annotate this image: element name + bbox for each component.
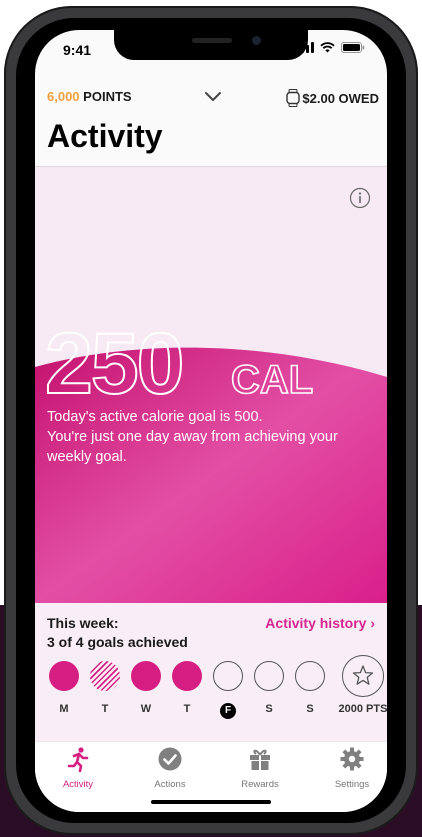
week-label: This week: [47, 615, 119, 631]
check-circle-icon [158, 747, 182, 771]
tab-rewards[interactable]: Rewards [225, 746, 295, 790]
points-value: 6,000 [47, 89, 80, 104]
tab-activity[interactable]: Activity [43, 746, 113, 790]
week-days: M T W T F S S 2000 PTS [47, 655, 387, 731]
reward-points: 2000 PTS [338, 703, 387, 715]
top-bar: 6,000 POINTS $2.00 OWED [35, 85, 387, 109]
day-status-dot [254, 661, 284, 691]
reward-circle [342, 655, 384, 697]
day-letter: T [101, 703, 109, 715]
gear-icon [340, 747, 364, 771]
owed-display[interactable]: $2.00 OWED [286, 89, 379, 107]
day-letter: T [183, 703, 191, 715]
wifi-icon [320, 42, 335, 53]
day-wednesday[interactable]: W [129, 661, 163, 731]
day-letter: W [140, 703, 152, 715]
activity-history-link[interactable]: Activity history › [265, 615, 375, 631]
chevron-down-icon[interactable] [201, 85, 225, 109]
app-screen: 9:41 6,000 POINTS $2.00 OWED Activity 25… [35, 30, 387, 812]
star-icon [352, 665, 374, 685]
goals-achieved: 3 of 4 goals achieved [47, 634, 188, 650]
status-time: 9:41 [63, 42, 92, 58]
day-status-dot [172, 661, 202, 691]
day-thursday[interactable]: T [170, 661, 204, 731]
tab-label: Actions [154, 779, 186, 790]
day-saturday[interactable]: S [252, 661, 286, 731]
svg-text:CAL: CAL [231, 358, 313, 402]
points-label: POINTS [83, 89, 132, 104]
weekly-reward[interactable]: 2000 PTS [333, 655, 387, 715]
page-title: Activity [47, 118, 163, 154]
camera-icon [252, 36, 261, 45]
tab-label: Settings [334, 779, 370, 790]
goal-text-line1: Today's active calorie goal is 500. [47, 409, 263, 425]
day-letter: S [265, 703, 273, 715]
day-status-dot [295, 661, 325, 691]
tab-label: Activity [62, 779, 94, 790]
day-letter-today: F [211, 703, 245, 719]
tab-actions[interactable]: Actions [135, 746, 205, 790]
weekly-progress: This week: 3 of 4 goals achieved Activit… [35, 603, 387, 741]
calories-value: 250 CAL [45, 317, 314, 407]
gift-icon [250, 749, 270, 770]
info-icon[interactable] [349, 187, 371, 209]
day-letter: M [59, 703, 69, 715]
day-friday[interactable]: F [211, 661, 245, 731]
day-monday[interactable]: M [47, 661, 81, 731]
points-display[interactable]: 6,000 POINTS [47, 89, 132, 104]
calorie-hero: 250 CAL Today's active calorie goal is 5… [35, 167, 387, 603]
goal-text-line2: You're just one day away from achieving … [47, 429, 338, 465]
notch [114, 30, 308, 60]
tab-label: Rewards [241, 779, 279, 790]
watch-icon [286, 89, 301, 107]
day-letter: S [306, 703, 314, 715]
home-indicator[interactable] [151, 800, 271, 804]
day-status-dot [49, 661, 79, 691]
goal-description: Today's active calorie goal is 500. You'… [47, 407, 377, 467]
svg-text:250: 250 [45, 317, 183, 407]
owed-label: $2.00 OWED [302, 90, 379, 106]
tab-settings[interactable]: Settings [317, 746, 387, 790]
day-status-dot [131, 661, 161, 691]
day-status-dot [213, 661, 243, 691]
battery-icon [341, 42, 365, 53]
runner-icon [67, 747, 89, 773]
day-tuesday[interactable]: T [88, 661, 122, 731]
day-status-dot [90, 661, 120, 691]
day-sunday[interactable]: S [293, 661, 327, 731]
